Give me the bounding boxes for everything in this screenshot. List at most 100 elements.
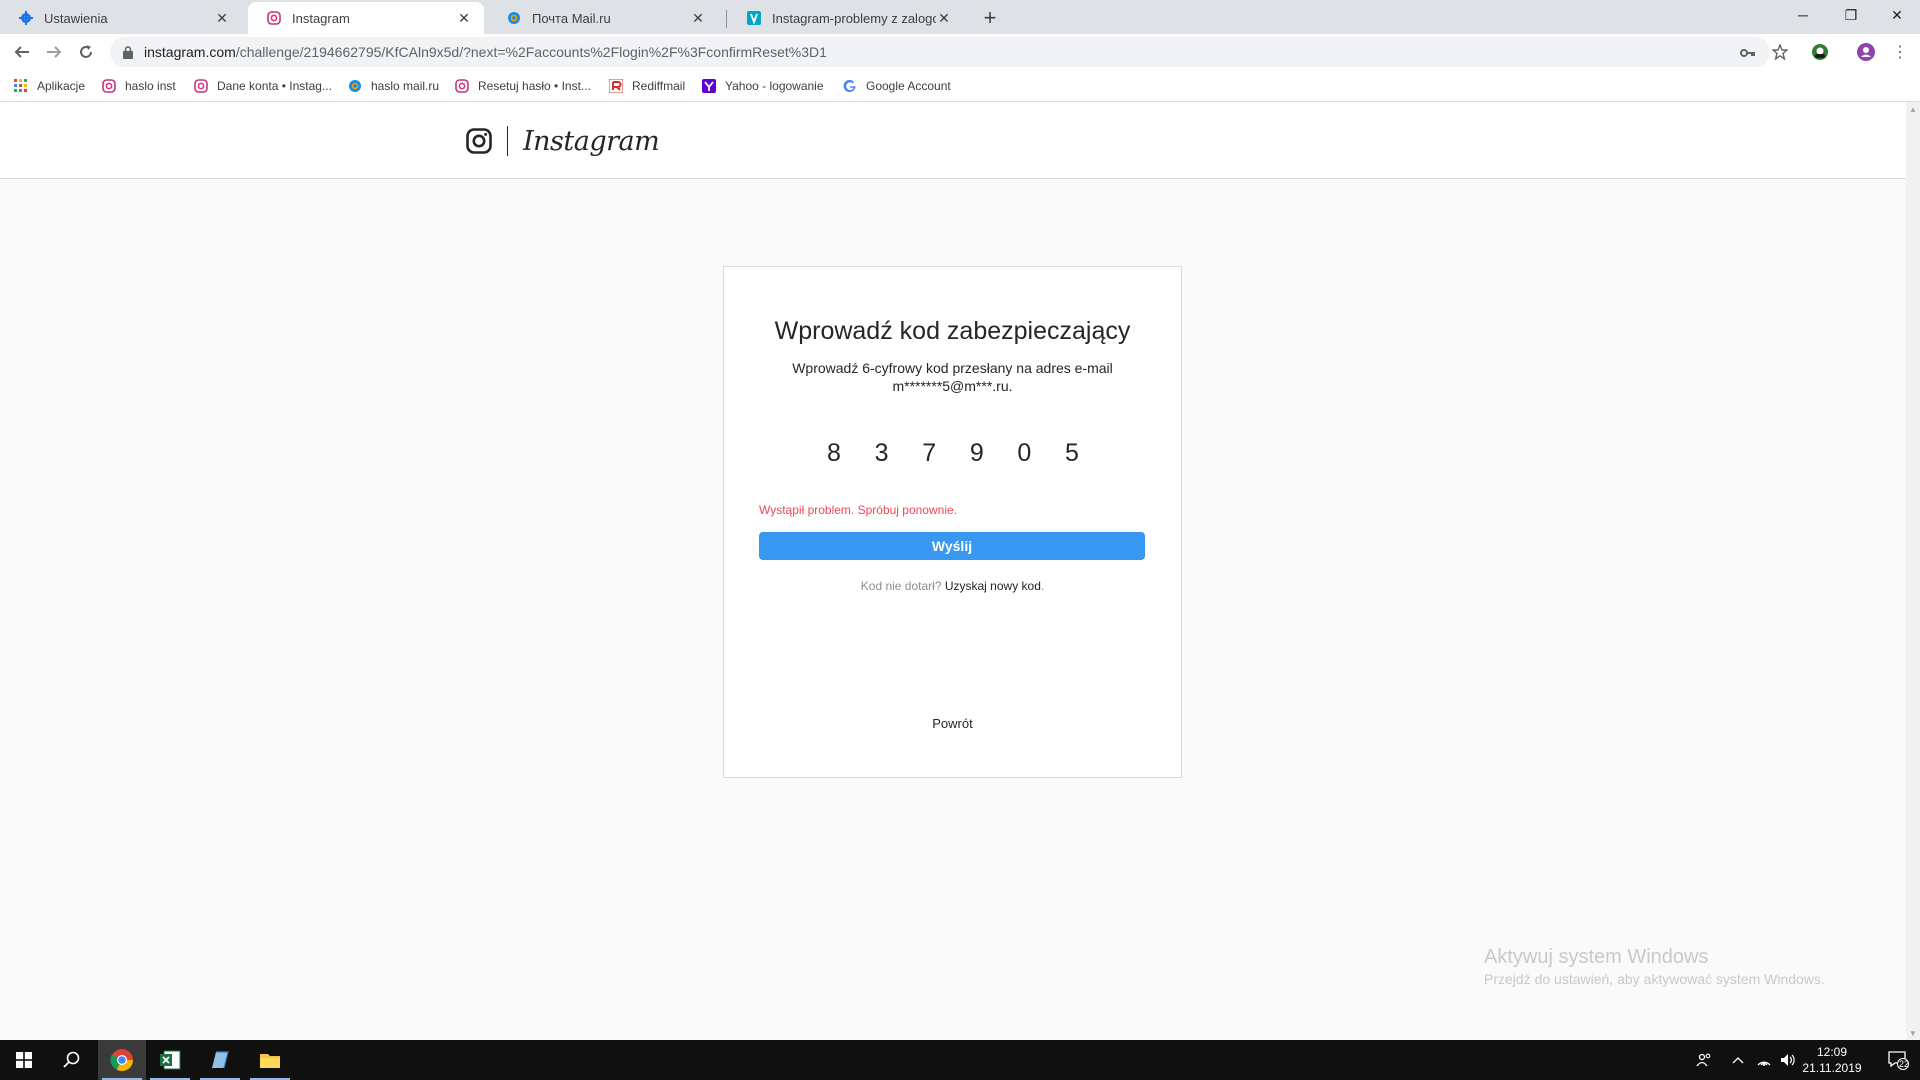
bookmark-label: Rediffmail (632, 79, 686, 93)
close-icon[interactable]: ✕ (690, 10, 706, 27)
bookmark-dane-konta[interactable]: Dane konta • Instag... (193, 76, 332, 96)
bookmark-yahoo[interactable]: Yahoo - logowanie (701, 76, 824, 96)
back-link[interactable]: Powrót (724, 716, 1181, 731)
resend-prompt: Kod nie dotarł? (860, 579, 942, 593)
code-digit-6[interactable] (1056, 435, 1087, 471)
forward-button[interactable] (40, 38, 68, 66)
watermark-subtitle: Przejdź do ustawień, aby aktywować syste… (1484, 971, 1825, 987)
back-button[interactable] (8, 38, 36, 66)
bookmark-label: haslo inst (125, 79, 176, 93)
scroll-up-icon[interactable]: ▲ (1906, 102, 1920, 116)
card-title: Wprowadź kod zabezpieczający (774, 317, 1131, 345)
reload-icon (80, 45, 92, 58)
resend-end: . (1040, 579, 1045, 593)
bookmark-haslo-inst[interactable]: haslo inst (101, 76, 176, 96)
password-key-icon[interactable] (1738, 43, 1758, 63)
bookmark-label: Aplikacje (37, 79, 86, 93)
close-icon[interactable]: ✕ (936, 10, 952, 27)
page-scrollbar[interactable]: ▲ ▼ (1906, 102, 1920, 1040)
bookmarks-bar: Aplikacje haslo inst Dane konta • Instag… (0, 70, 1920, 102)
file-explorer-icon[interactable] (246, 1040, 294, 1080)
reload-button[interactable] (72, 38, 100, 66)
instagram-wordmark[interactable]: Instagram (523, 126, 660, 157)
new-tab-button[interactable]: + (976, 4, 1004, 32)
scroll-down-icon[interactable]: ▼ (1906, 1026, 1920, 1040)
people-icon[interactable] (1690, 1040, 1718, 1080)
get-new-code-link[interactable]: Uzyskaj nowy kod (945, 579, 1041, 593)
minimize-button[interactable]: ─ (1780, 0, 1826, 30)
code-digit-2[interactable] (866, 435, 897, 471)
lock-icon[interactable] (120, 45, 136, 59)
header-divider (507, 126, 508, 156)
extension-icon[interactable] (1806, 38, 1834, 66)
notification-count: 22 (1899, 1059, 1910, 1069)
taskbar-clock[interactable]: 12:09 21.11.2019 (1796, 1044, 1868, 1076)
url-host: instagram.com (144, 44, 236, 60)
v-site-icon (746, 10, 762, 26)
url-text[interactable]: instagram.com/challenge/2194662795/KfCAl… (144, 44, 827, 60)
bookmark-rediffmail[interactable]: Rediffmail (608, 76, 685, 96)
watermark-title: Aktywuj system Windows (1484, 946, 1709, 968)
bookmark-label: Yahoo - logowanie (725, 79, 824, 93)
bookmark-label: Dane konta • Instag... (217, 79, 332, 93)
instagram-icon (101, 78, 117, 94)
instagram-glyph-icon[interactable] (466, 128, 492, 154)
bookmark-label: Google Account (866, 79, 951, 93)
tab-strip: Ustawienia ✕ Instagram ✕ Почта Mail.ru ✕… (0, 0, 1920, 34)
code-digit-1[interactable] (819, 435, 849, 471)
google-icon (842, 78, 858, 94)
page-viewport: Instagram Wprowadź kod zabezpieczający W… (0, 102, 1906, 1040)
bookmark-star-icon[interactable] (1766, 38, 1794, 66)
notes-taskbar-icon[interactable] (196, 1040, 244, 1080)
mailru-icon (506, 10, 522, 26)
instagram-icon (454, 78, 470, 94)
network-icon[interactable] (1752, 1040, 1776, 1080)
tab-settings[interactable]: Ustawienia ✕ (0, 2, 242, 34)
bookmark-aplikacje[interactable]: Aplikacje (13, 76, 85, 96)
close-window-button[interactable]: ✕ (1874, 0, 1920, 30)
bookmark-resetuj-haslo[interactable]: Resetuj hasło • Inst... (454, 76, 591, 96)
browser-toolbar: instagram.com/challenge/2194662795/KfCAl… (0, 34, 1920, 70)
clock-date: 21.11.2019 (1802, 1061, 1862, 1075)
url-path: /challenge/2194662795/KfCAln9x5d/?next=%… (235, 44, 827, 60)
tab-mailru[interactable]: Почта Mail.ru ✕ (488, 2, 718, 34)
tab-label: Instagram-problemy z zalogowaniem (772, 10, 936, 26)
tab-instagram[interactable]: Instagram ✕ (248, 2, 484, 34)
error-message: Wystąpił problem. Spróbuj ponownie. (759, 503, 957, 517)
code-digit-3[interactable] (914, 435, 945, 471)
address-bar[interactable]: instagram.com/challenge/2194662795/KfCAl… (110, 37, 1770, 67)
tab-instagram-problemy[interactable]: Instagram-problemy z zalogowaniem ✕ (728, 2, 964, 34)
tab-label: Ustawienia (44, 10, 108, 26)
bookmark-label: Resetuj hasło • Inst... (478, 79, 591, 93)
code-digit-4[interactable] (961, 435, 992, 471)
search-icon[interactable] (48, 1040, 96, 1080)
chevron-up-icon[interactable] (1726, 1040, 1750, 1080)
yahoo-icon (701, 78, 717, 94)
rediffmail-icon (608, 78, 624, 94)
forward-arrow-icon (47, 46, 62, 58)
mailru-icon (347, 78, 363, 94)
close-icon[interactable]: ✕ (456, 10, 472, 27)
menu-icon[interactable]: ⋮ (1886, 38, 1914, 66)
resend-row: Kod nie dotarł? Uzyskaj nowy kod. (724, 579, 1181, 593)
restore-button[interactable]: ❐ (1828, 0, 1874, 30)
bookmark-label: haslo mail.ru (371, 79, 440, 93)
chrome-taskbar-icon[interactable] (98, 1040, 146, 1080)
bookmark-google-account[interactable]: Google Account (842, 76, 951, 96)
submit-button[interactable]: Wyślij (759, 532, 1145, 560)
instagram-header: Instagram (0, 102, 1906, 179)
card-subtitle: Wprowadź 6-cyfrowy kod przesłany na adre… (792, 360, 1113, 394)
windows-start-icon[interactable] (0, 1040, 48, 1080)
excel-taskbar-icon[interactable] (146, 1040, 194, 1080)
close-icon[interactable]: ✕ (214, 10, 230, 27)
code-digit-5[interactable] (1009, 435, 1040, 471)
windows-activation-watermark: Aktywuj system Windows Przejdź do ustawi… (1484, 946, 1825, 987)
clock-time: 12:09 (1816, 1045, 1848, 1059)
profile-avatar[interactable] (1852, 38, 1880, 66)
bookmark-haslo-mailru[interactable]: haslo mail.ru (347, 76, 439, 96)
notification-center-icon[interactable]: 22 (1878, 1040, 1918, 1080)
tab-label: Instagram (292, 10, 350, 26)
gear-icon (18, 10, 34, 26)
back-arrow-icon (14, 46, 29, 58)
apps-grid-icon (13, 78, 29, 94)
